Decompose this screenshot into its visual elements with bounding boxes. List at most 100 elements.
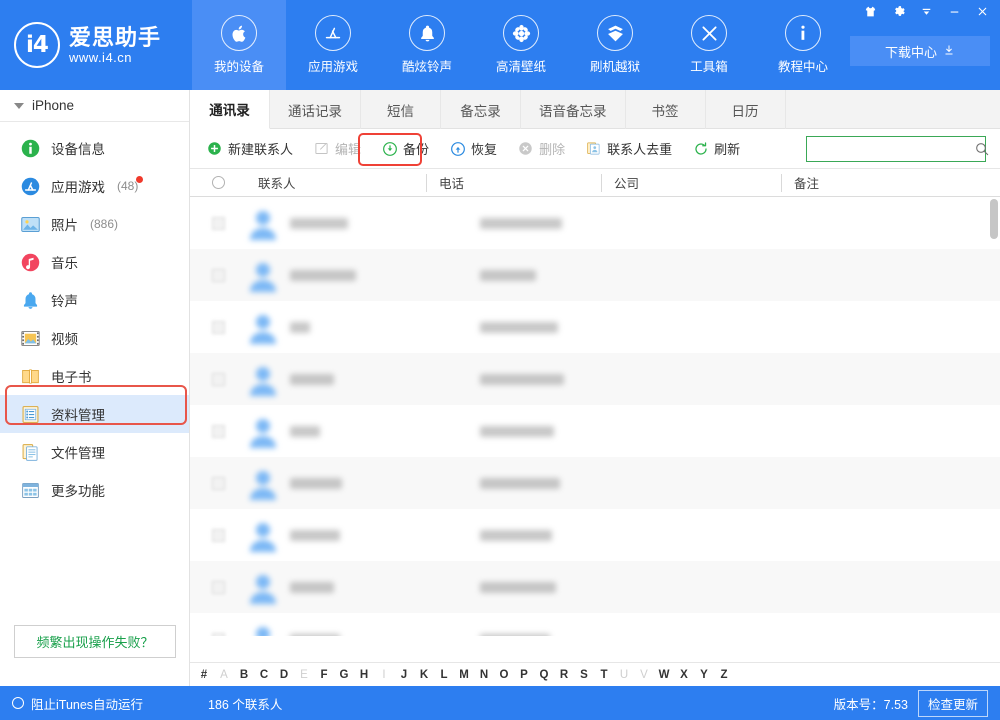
sidebar-item-data-management[interactable]: 资料管理 [0, 395, 189, 433]
search-icon[interactable] [974, 141, 990, 157]
nav-item-flash-jailbreak[interactable]: 刷机越狱 [568, 0, 662, 90]
alpha-index-p[interactable]: P [514, 669, 534, 681]
row-checkbox[interactable] [190, 425, 246, 438]
alpha-index-n[interactable]: N [474, 669, 494, 681]
table-row[interactable] [190, 561, 1000, 613]
nav-label: 刷机越狱 [590, 56, 640, 75]
alpha-index-l[interactable]: L [434, 669, 454, 681]
contact-phone-cell [480, 218, 648, 229]
book-icon [20, 366, 41, 387]
row-checkbox[interactable] [190, 373, 246, 386]
alpha-index-u: U [614, 669, 634, 681]
alpha-index-m[interactable]: M [454, 669, 474, 681]
tab-notes[interactable]: 备忘录 [441, 90, 521, 129]
row-checkbox[interactable] [190, 477, 246, 490]
table-row[interactable] [190, 353, 1000, 405]
alpha-index-w[interactable]: W [654, 669, 674, 681]
nav-item-apps-games[interactable]: 应用游戏 [286, 0, 380, 90]
alpha-index-o[interactable]: O [494, 669, 514, 681]
nav-item-my-device[interactable]: 我的设备 [192, 0, 286, 90]
device-selector[interactable]: iPhone [0, 90, 189, 122]
column-header-note[interactable]: 备注 [781, 174, 961, 192]
table-row[interactable] [190, 405, 1000, 457]
alpha-index-b[interactable]: B [234, 669, 254, 681]
nav-item-wallpapers[interactable]: 高清壁纸 [474, 0, 568, 90]
gear-icon[interactable] [884, 0, 912, 22]
table-row[interactable] [190, 613, 1000, 636]
toolbar-label: 备份 [403, 139, 429, 158]
table-row[interactable] [190, 457, 1000, 509]
nav-label: 我的设备 [214, 56, 264, 75]
search-box[interactable] [806, 136, 986, 162]
alpha-index-x[interactable]: X [674, 669, 694, 681]
close-icon[interactable] [968, 0, 996, 22]
dedupe-contacts-button[interactable]: 联系人去重 [577, 136, 680, 162]
backup-button[interactable]: 备份 [373, 136, 437, 162]
alpha-index-t[interactable]: T [594, 669, 614, 681]
main-nav: 我的设备 应用游戏 酷炫铃声 高清壁纸 [192, 0, 850, 90]
restore-button[interactable]: 恢复 [441, 136, 505, 162]
alpha-index-y[interactable]: Y [694, 669, 714, 681]
nav-item-toolbox[interactable]: 工具箱 [662, 0, 756, 90]
minimize-icon[interactable] [940, 0, 968, 22]
row-checkbox[interactable] [190, 581, 246, 594]
sidebar-item-apps-games[interactable]: 应用游戏 (48) [0, 167, 189, 205]
row-checkbox[interactable] [190, 321, 246, 334]
menu-icon[interactable] [912, 0, 940, 22]
tab-sms[interactable]: 短信 [361, 90, 441, 129]
block-itunes-toggle[interactable]: 阻止iTunes自动运行 [0, 694, 190, 713]
new-contact-button[interactable]: 新建联系人 [198, 136, 301, 162]
alpha-index-d[interactable]: D [274, 669, 294, 681]
alpha-index-f[interactable]: F [314, 669, 334, 681]
row-checkbox[interactable] [190, 529, 246, 542]
search-input[interactable] [807, 137, 974, 161]
table-row[interactable] [190, 301, 1000, 353]
alpha-index-hash[interactable]: # [194, 669, 214, 681]
table-row[interactable] [190, 249, 1000, 301]
alpha-index-g[interactable]: G [334, 669, 354, 681]
row-checkbox[interactable] [190, 633, 246, 637]
sidebar-item-ringtones[interactable]: 铃声 [0, 281, 189, 319]
sidebar-item-photos[interactable]: 照片 (886) [0, 205, 189, 243]
check-update-button[interactable]: 检查更新 [918, 690, 988, 717]
sidebar-item-videos[interactable]: 视频 [0, 319, 189, 357]
row-checkbox[interactable] [190, 217, 246, 230]
alpha-index-h[interactable]: H [354, 669, 374, 681]
sidebar-item-more-features[interactable]: 更多功能 [0, 471, 189, 509]
alpha-index-c[interactable]: C [254, 669, 274, 681]
version-label: 版本号：7.53 [834, 694, 908, 713]
scrollbar-thumb[interactable] [990, 199, 998, 239]
skin-icon[interactable] [856, 0, 884, 22]
table-row[interactable] [190, 197, 1000, 249]
nav-item-tutorials[interactable]: 教程中心 [756, 0, 850, 90]
sidebar-item-file-management[interactable]: 文件管理 [0, 433, 189, 471]
column-header-company[interactable]: 公司 [601, 174, 781, 192]
tab-calendar[interactable]: 日历 [706, 90, 786, 129]
alpha-index-s[interactable]: S [574, 669, 594, 681]
photo-icon [20, 214, 41, 235]
alpha-index-i: I [374, 669, 394, 681]
vertical-scrollbar[interactable] [990, 199, 998, 634]
alpha-index-z[interactable]: Z [714, 669, 734, 681]
tab-bookmarks[interactable]: 书签 [626, 90, 706, 129]
column-header-phone[interactable]: 电话 [426, 174, 601, 192]
tab-call-history[interactable]: 通话记录 [270, 90, 361, 129]
help-operation-failed-button[interactable]: 频繁出现操作失败？ [14, 625, 176, 658]
sidebar-item-ebooks[interactable]: 电子书 [0, 357, 189, 395]
refresh-button[interactable]: 刷新 [684, 136, 748, 162]
block-itunes-label: 阻止iTunes自动运行 [31, 694, 143, 713]
column-header-contact[interactable]: 联系人 [246, 174, 426, 192]
row-checkbox[interactable] [190, 269, 246, 282]
tab-contacts[interactable]: 通讯录 [190, 90, 270, 129]
sidebar-item-device-info[interactable]: 设备信息 [0, 129, 189, 167]
tab-voice-memos[interactable]: 语音备忘录 [521, 90, 626, 129]
alpha-index-q[interactable]: Q [534, 669, 554, 681]
table-row[interactable] [190, 509, 1000, 561]
alpha-index-j[interactable]: J [394, 669, 414, 681]
select-all-checkbox[interactable] [190, 176, 246, 189]
sidebar-item-music[interactable]: 音乐 [0, 243, 189, 281]
alpha-index-k[interactable]: K [414, 669, 434, 681]
download-center-button[interactable]: 下载中心 [850, 36, 990, 66]
nav-item-ringtones[interactable]: 酷炫铃声 [380, 0, 474, 90]
alpha-index-r[interactable]: R [554, 669, 574, 681]
